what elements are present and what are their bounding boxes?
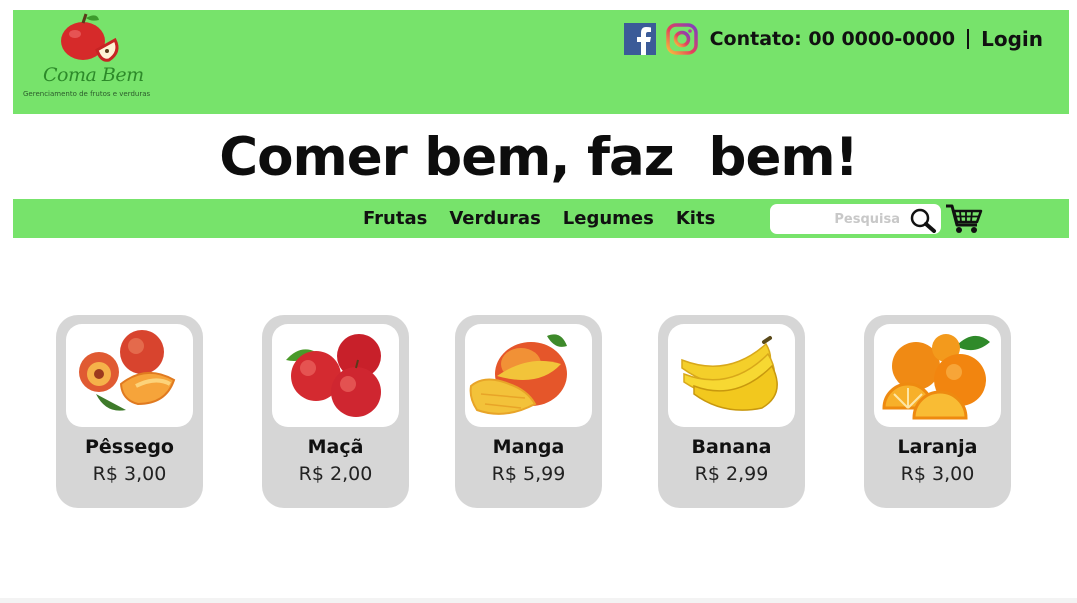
product-name: Pêssego	[85, 436, 174, 458]
instagram-icon[interactable]	[665, 23, 698, 55]
apple-logo-icon	[61, 13, 119, 62]
product-price: R$ 3,00	[92, 463, 167, 485]
product-card-maca[interactable]: Maçã R$ 2,00	[262, 315, 409, 508]
brand-tagline: Gerenciamento de frutos e verduras	[23, 90, 151, 98]
orange-image	[882, 334, 990, 420]
brand-logo[interactable]: Coma Bem Gerenciamento de frutos e verdu…	[23, 12, 163, 102]
cart-icon[interactable]	[945, 203, 983, 235]
product-card-laranja[interactable]: Laranja R$ 3,00	[864, 315, 1011, 508]
product-image	[874, 324, 1001, 427]
product-image	[66, 324, 193, 427]
facebook-icon[interactable]	[623, 23, 656, 55]
site-header: Coma Bem Gerenciamento de frutos e verdu…	[13, 10, 1069, 114]
mango-image	[469, 334, 567, 415]
page-bottom-divider	[0, 598, 1077, 603]
apple-image	[286, 334, 381, 417]
product-name: Maçã	[307, 436, 364, 458]
product-name: Manga	[492, 436, 565, 458]
hero-title: Comer bem, faz bem!	[219, 127, 859, 188]
product-price: R$ 3,00	[900, 463, 975, 485]
nav-item-kits[interactable]: Kits	[676, 208, 715, 229]
search-icon[interactable]	[909, 207, 937, 233]
product-card-pessego[interactable]: Pêssego R$ 3,00	[56, 315, 203, 508]
search-input[interactable]	[780, 208, 900, 230]
product-card-banana[interactable]: Banana R$ 2,99	[658, 315, 805, 508]
search-box	[770, 204, 941, 234]
product-name: Laranja	[897, 436, 978, 458]
brand-name: Coma Bem	[43, 64, 144, 86]
product-price: R$ 2,00	[298, 463, 373, 485]
product-card-manga[interactable]: Manga R$ 5,99	[455, 315, 602, 508]
nav-bar: Frutas Verduras Legumes Kits	[13, 199, 1069, 238]
product-name: Banana	[691, 436, 772, 458]
product-image	[465, 324, 592, 427]
login-link[interactable]: Login	[981, 27, 1043, 51]
nav-menu: Frutas Verduras Legumes Kits	[363, 199, 737, 238]
nav-item-legumes[interactable]: Legumes	[563, 208, 654, 229]
peach-image	[79, 330, 176, 411]
product-image	[272, 324, 399, 427]
header-actions: Contato: 00 0000-0000 Login	[623, 22, 1043, 56]
contact-phone: Contato: 00 0000-0000	[709, 28, 956, 50]
product-image	[668, 324, 795, 427]
product-price: R$ 2,99	[694, 463, 769, 485]
nav-item-verduras[interactable]: Verduras	[449, 208, 540, 229]
header-divider	[967, 29, 970, 49]
product-price: R$ 5,99	[491, 463, 566, 485]
banana-image	[681, 336, 778, 411]
nav-item-frutas[interactable]: Frutas	[363, 208, 427, 229]
